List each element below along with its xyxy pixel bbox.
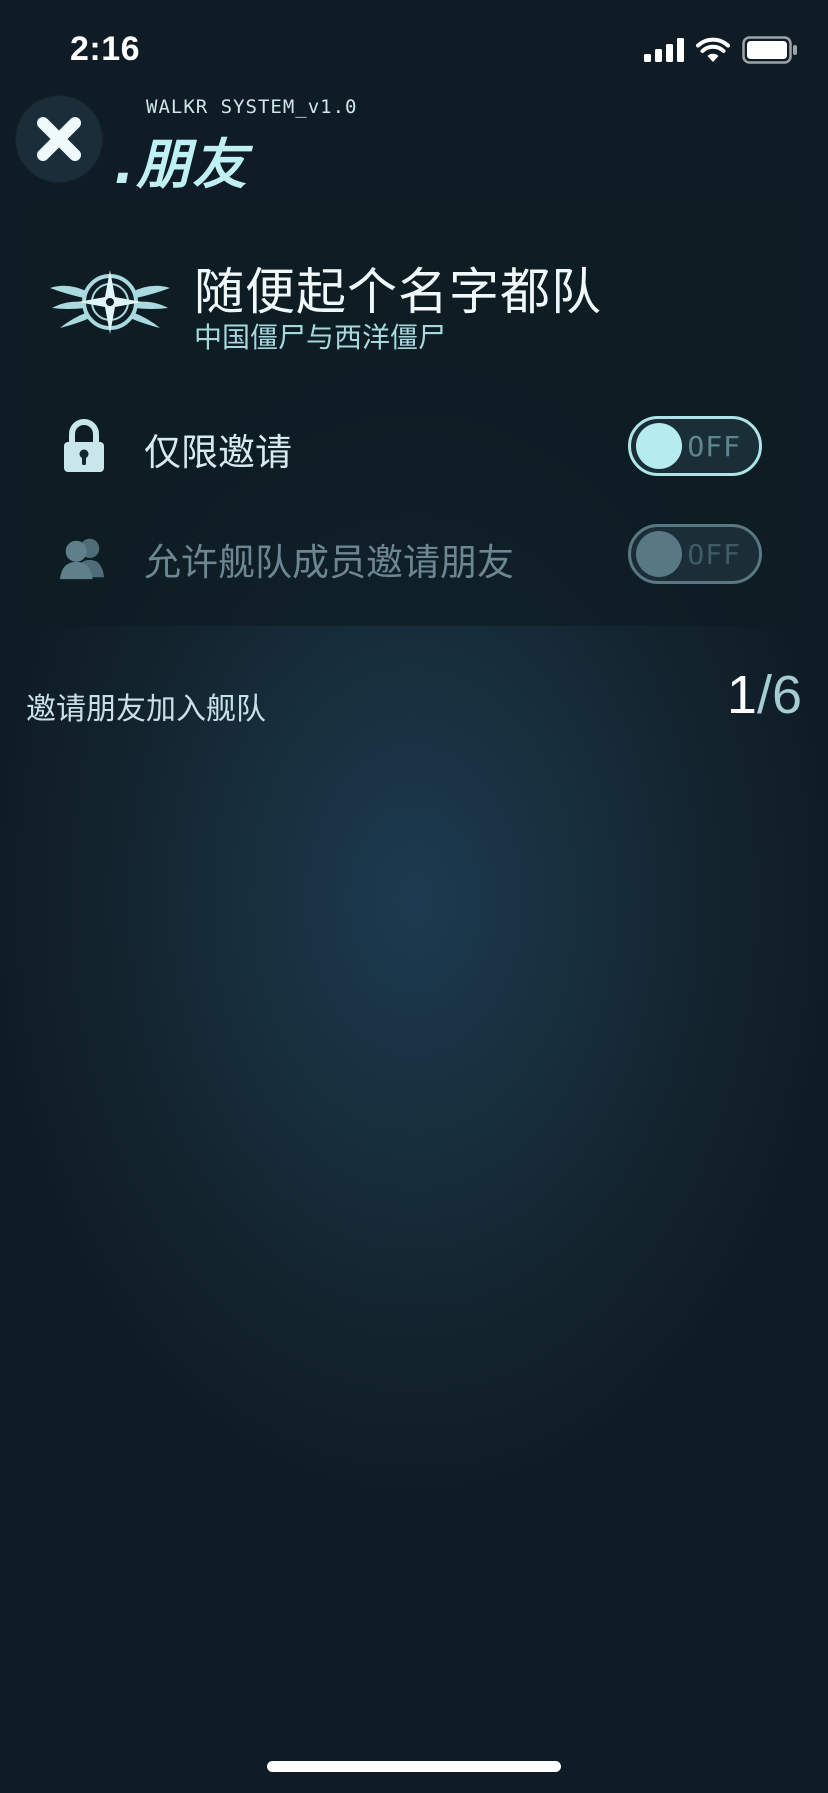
wifi-icon xyxy=(696,37,730,62)
page-title: .朋友 xyxy=(114,133,249,196)
invite-friends-label: 邀请朋友加入舰队 xyxy=(26,692,266,727)
status-bar: 2:16 xyxy=(0,0,828,100)
lock-icon xyxy=(64,419,104,472)
invite-count-total: /6 xyxy=(756,665,802,725)
invite-count-current: 1 xyxy=(726,665,757,725)
invite-only-toggle[interactable]: OFF xyxy=(628,416,762,476)
close-icon xyxy=(37,117,81,161)
toggle-state-text: OFF xyxy=(687,538,741,571)
invite-count: 1/6 xyxy=(727,664,802,726)
fleet-subtitle: 中国僵尸与西洋僵尸 xyxy=(194,321,447,354)
toggle-knob xyxy=(636,423,682,469)
toggle-knob xyxy=(636,531,682,577)
members-icon xyxy=(59,538,105,580)
status-icons xyxy=(644,34,798,66)
invite-only-label: 仅限邀请 xyxy=(144,431,292,474)
home-indicator[interactable] xyxy=(267,1761,561,1772)
fleet-name: 随便起个名字都队 xyxy=(194,263,602,321)
toggle-state-text: OFF xyxy=(687,430,741,463)
fleet-emblem-icon xyxy=(50,270,170,334)
allow-member-invite-toggle[interactable]: OFF xyxy=(628,524,762,584)
system-label: WALKR SYSTEM_v1.0 xyxy=(146,96,358,118)
status-time: 2:16 xyxy=(70,30,141,68)
allow-member-invite-label: 允许舰队成员邀请朋友 xyxy=(144,541,514,584)
battery-icon xyxy=(742,36,797,64)
signal-icon xyxy=(644,38,684,62)
close-button[interactable] xyxy=(16,96,102,182)
